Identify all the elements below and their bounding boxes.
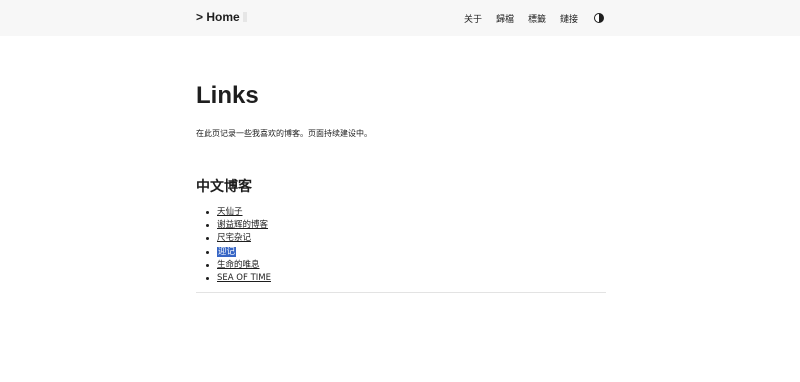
- page-intro: 在此页记录一些我喜欢的博客。页面持续建设中。: [196, 129, 372, 138]
- nav-tags[interactable]: 標籤: [528, 12, 546, 25]
- content-divider: [196, 292, 606, 293]
- home-link-label: > Home: [196, 10, 240, 24]
- nav-archive[interactable]: 歸檔: [496, 12, 514, 25]
- home-link[interactable]: > Home: [196, 10, 247, 24]
- blog-link[interactable]: 生命的唯息: [217, 260, 260, 270]
- blog-link[interactable]: 尺宅杂记: [217, 233, 251, 243]
- nav-about[interactable]: 关于: [464, 12, 482, 25]
- list-item: 尺宅杂记: [206, 232, 271, 245]
- blog-link[interactable]: 谢益辉的博客: [217, 220, 268, 230]
- blog-link[interactable]: SEA OF TIME: [217, 273, 271, 283]
- list-item: 迎记: [206, 246, 271, 259]
- blog-link-selected[interactable]: 迎记: [217, 246, 237, 257]
- section-heading: 中文博客: [196, 179, 252, 195]
- list-item: 生命的唯息: [206, 259, 271, 272]
- list-item: 天仙子: [206, 206, 271, 219]
- blog-link-list: 天仙子 谢益辉的博客 尺宅杂记 迎记 生命的唯息 SEA OF TIME: [206, 206, 271, 285]
- nav-links[interactable]: 鏈接: [560, 12, 578, 25]
- main-nav: 关于 歸檔 標籤 鏈接: [450, 0, 604, 36]
- list-item: SEA OF TIME: [206, 272, 271, 285]
- page-title: Links: [196, 82, 259, 109]
- list-item: 谢益辉的博客: [206, 219, 271, 232]
- blinking-cursor: [242, 12, 247, 22]
- contrast-icon[interactable]: [594, 13, 604, 23]
- site-header: > Home 关于 歸檔 標籤 鏈接: [0, 0, 800, 36]
- blog-link[interactable]: 天仙子: [217, 207, 243, 217]
